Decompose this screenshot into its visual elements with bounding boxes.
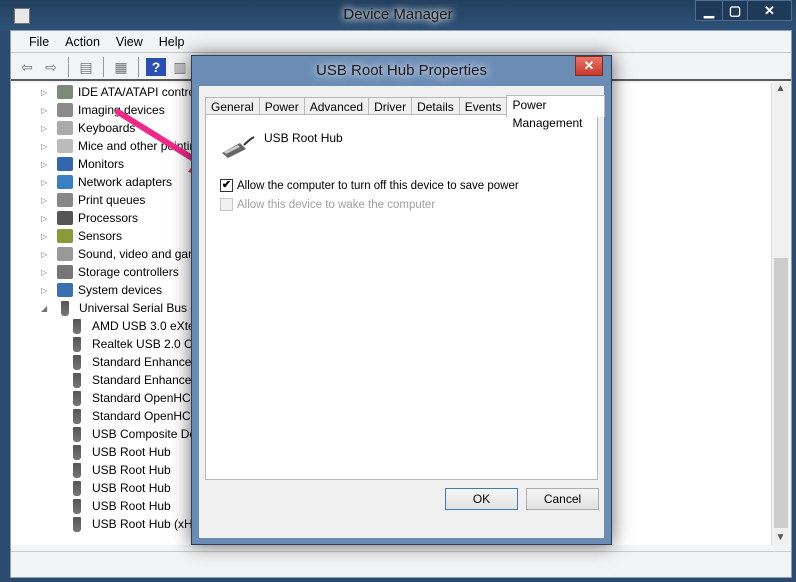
properties-dialog: USB Root Hub Properties ✕ General Power … (191, 55, 612, 545)
dialog-close-button[interactable]: ✕ (575, 56, 603, 76)
cancel-button[interactable]: Cancel (526, 488, 599, 510)
checkbox-checked[interactable]: ✔ (220, 179, 233, 192)
usb-plug-icon (222, 136, 255, 158)
allow-turn-off-checkbox[interactable]: ✔ Allow the computer to turn off this de… (220, 179, 519, 192)
allow-turn-off-label: Allow the computer to turn off this devi… (237, 179, 519, 192)
power-management-panel: USB Root Hub ✔ Allow the computer to tur… (205, 114, 598, 480)
dialog-title: USB Root Hub Properties (316, 62, 487, 79)
ok-button[interactable]: OK (445, 488, 518, 510)
arrow-shaft (115, 109, 203, 166)
allow-wake-checkbox: Allow this device to wake the computer (220, 198, 435, 211)
tab-power-management[interactable]: Power Management (506, 95, 605, 130)
allow-wake-label: Allow this device to wake the computer (237, 198, 436, 211)
device-name: USB Root Hub (264, 131, 343, 145)
checkbox-disabled (220, 198, 233, 211)
tab-strip: General Power Advanced Driver Details Ev… (205, 94, 605, 130)
